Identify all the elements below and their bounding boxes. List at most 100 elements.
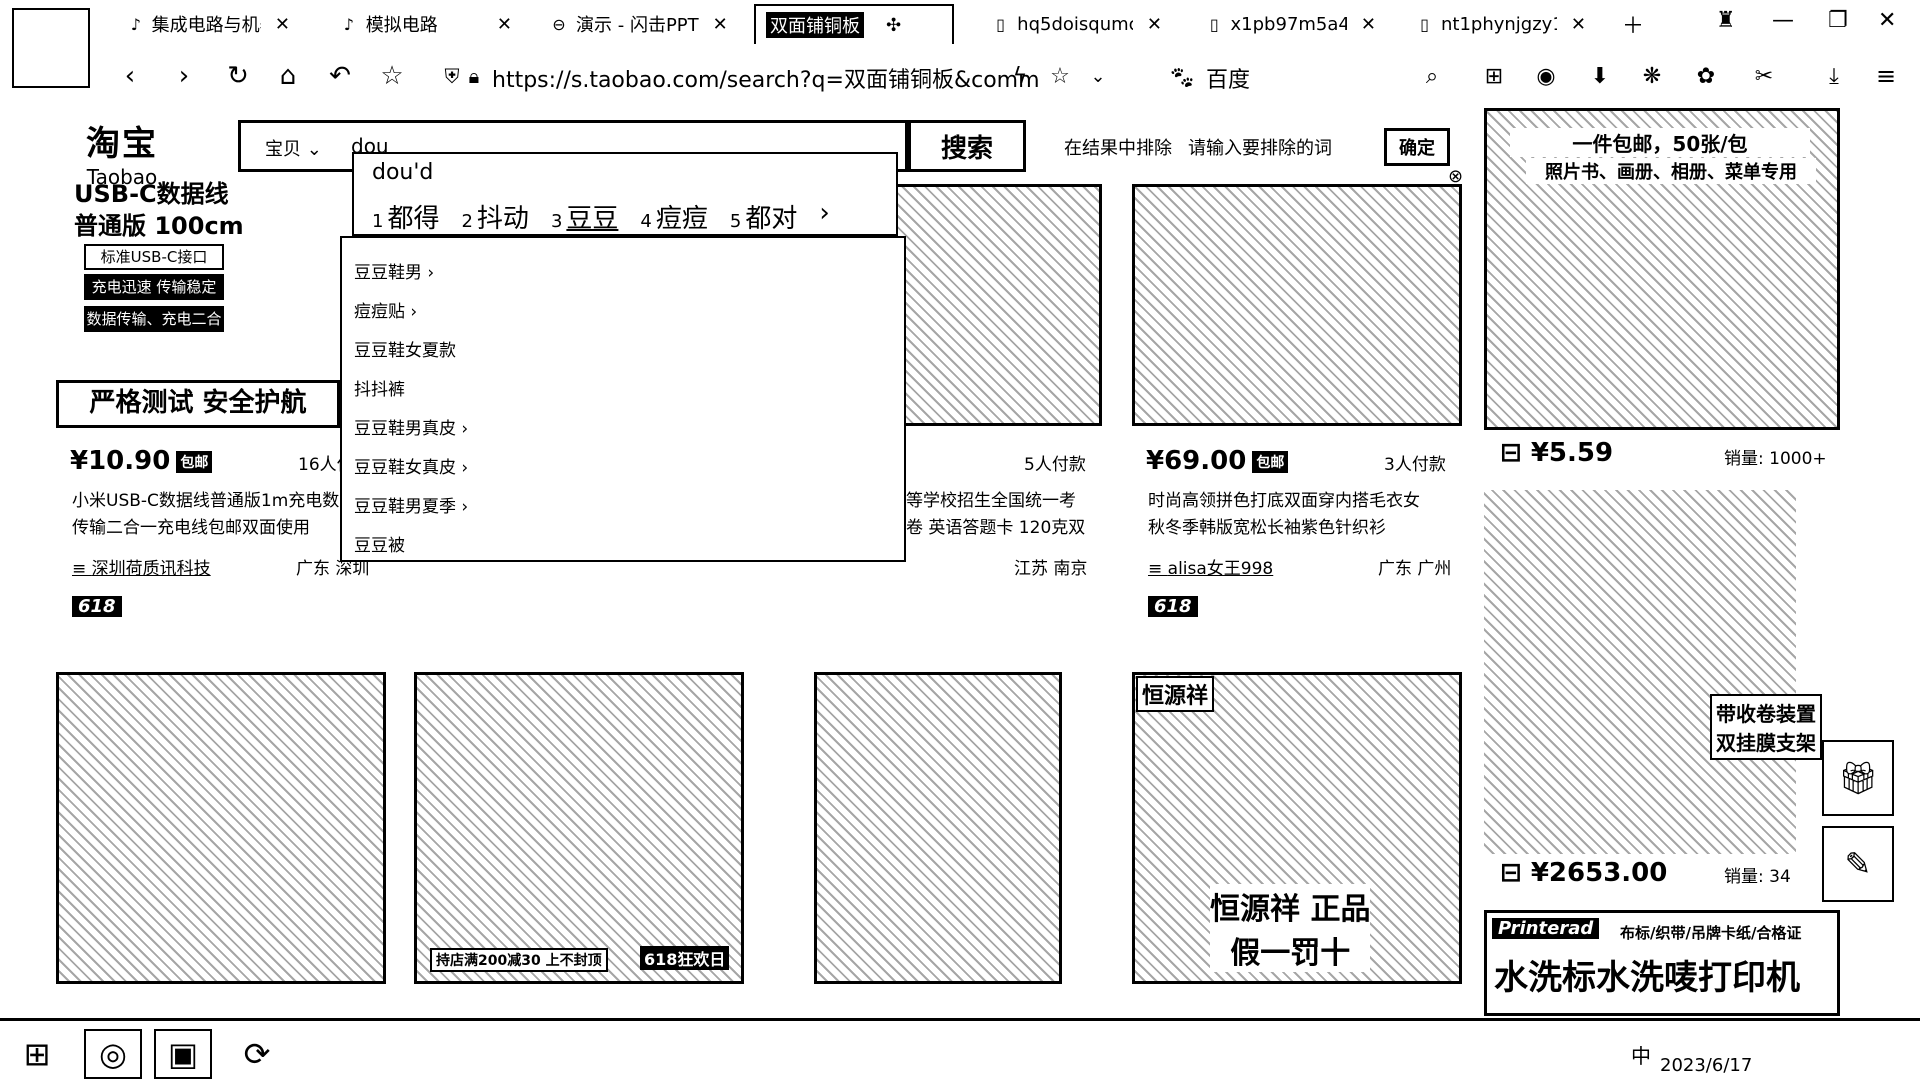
- link-icon: ⊖: [552, 14, 566, 34]
- shop-link[interactable]: ≡ 深圳荷质讯科技: [72, 554, 211, 579]
- usb-tag: 数据传输、充电二合一: [84, 306, 224, 350]
- home-icon[interactable]: ⌂: [272, 60, 304, 92]
- doc-icon: ▯: [1420, 14, 1429, 34]
- ime-candidate[interactable]: 2 抖动: [461, 198, 528, 235]
- doc-icon: ▯: [996, 14, 1005, 34]
- chevron-down-icon[interactable]: ⌄: [1082, 60, 1114, 92]
- product-image[interactable]: [1132, 184, 1462, 426]
- back-icon[interactable]: ‹: [114, 60, 146, 92]
- brand-logo: Printerad: [1492, 918, 1600, 939]
- shirt-icon[interactable]: ♜: [1716, 8, 1736, 33]
- machine-label: 带收卷装置 双挂膜支架: [1710, 694, 1822, 760]
- gift-icon[interactable]: 🎁︎: [1822, 740, 1894, 816]
- close-window-icon[interactable]: ✕: [1878, 8, 1896, 33]
- bookmark-star-icon[interactable]: ☆: [376, 60, 408, 92]
- tab-6[interactable]: ▯ x1pb97m5a4r ✕: [1196, 4, 1386, 44]
- product-image[interactable]: [56, 672, 386, 984]
- download-icon[interactable]: ⬇: [1584, 60, 1616, 92]
- mute-icon[interactable]: ✣: [886, 15, 901, 36]
- search-scope-select[interactable]: 宝贝 ⌄: [265, 135, 322, 161]
- product-sales: 销量: 1000+: [1724, 449, 1827, 469]
- tab-7[interactable]: ▯ nt1phynjgzy1 ✕: [1406, 4, 1596, 44]
- close-icon[interactable]: ✕: [1361, 14, 1376, 35]
- close-icon[interactable]: ✕: [275, 14, 290, 35]
- tab-3[interactable]: ⊖ 演示 - 闪击PPT ✕: [540, 4, 740, 44]
- apps-icon[interactable]: ⊞: [1478, 60, 1510, 92]
- close-icon[interactable]: ✕: [497, 14, 512, 35]
- suggestion-item[interactable]: 痘痘贴 ›: [342, 293, 904, 332]
- promo-text: 持店满200减30 上不封顶: [430, 948, 608, 972]
- shop-link[interactable]: ≡ alisa女王998: [1148, 554, 1273, 579]
- paw-icon: 🐾︎: [1168, 65, 1196, 91]
- chevron-right-icon[interactable]: ›: [819, 198, 829, 235]
- doc-icon: ▯: [1209, 14, 1219, 34]
- ime-candidate[interactable]: 4 痘痘: [640, 198, 707, 235]
- product-location: 广东 广州: [1378, 559, 1452, 579]
- search-button[interactable]: 搜索: [908, 120, 1026, 172]
- suggestion-item[interactable]: 豆豆鞋男夏季 ›: [342, 488, 904, 527]
- ime-candidate[interactable]: 1 都得: [372, 198, 439, 235]
- close-icon[interactable]: ✕: [1571, 14, 1586, 35]
- tag-618: 618: [1148, 596, 1198, 617]
- exclude-label: 在结果中排除: [1064, 138, 1172, 159]
- edit-icon[interactable]: ✎: [1822, 826, 1894, 902]
- right-ad-line2: 照片书、画册、相册、菜单专用: [1526, 158, 1816, 184]
- product-title[interactable]: 小米USB-C数据线普通版1m充电数 传输二合一充电线包邮双面使用: [72, 488, 344, 542]
- search-icon[interactable]: ⌕: [1416, 60, 1448, 92]
- tab-4-active[interactable]: 双面铺铜板 ✣: [754, 4, 954, 44]
- forward-icon[interactable]: ›: [168, 60, 200, 92]
- product-title[interactable]: 时尚高领拼色打底双面穿内搭毛衣女 秋冬季韩版宽松长袖紫色针织衫: [1148, 488, 1468, 542]
- ime-candidate[interactable]: 5 都对: [730, 198, 797, 235]
- extension-icon-3[interactable]: ✿: [1690, 60, 1722, 92]
- clock-date[interactable]: 2023/6/17: [1660, 1055, 1752, 1076]
- scissors-icon[interactable]: ✂: [1748, 60, 1780, 92]
- usb-tag: 标准USB-C接口: [84, 244, 224, 270]
- confirm-button[interactable]: 确定: [1384, 128, 1450, 166]
- lightning-icon[interactable]: ϟ: [1004, 60, 1036, 92]
- usb-ad-title: USB-C数据线 普通版 100cm: [74, 180, 244, 240]
- extension-icon-1[interactable]: ◉: [1530, 60, 1562, 92]
- close-icon[interactable]: ✕: [1147, 14, 1162, 35]
- start-icon[interactable]: ⊞: [8, 1029, 66, 1079]
- suggestion-item[interactable]: 豆豆鞋男真皮 ›: [342, 410, 904, 449]
- restore-icon[interactable]: ❐: [1828, 8, 1848, 33]
- product-price: ⊟ ¥2653.00: [1500, 858, 1668, 888]
- close-icon[interactable]: ✕: [713, 14, 728, 35]
- browser-icon[interactable]: ⟳: [228, 1029, 286, 1079]
- url-input[interactable]: https://s.taobao.com/search?q=双面铺铜板&comm: [492, 62, 1040, 94]
- product-sales: 5人付款: [1024, 455, 1086, 475]
- tab-1[interactable]: ♪ 集成电路与机器 ✕: [118, 4, 300, 44]
- favorite-icon[interactable]: ☆: [1044, 60, 1076, 92]
- reload-icon[interactable]: ↻: [222, 60, 254, 92]
- suggestion-item[interactable]: 豆豆被: [342, 527, 904, 566]
- product-image[interactable]: [814, 672, 1062, 984]
- lock-icon: 🔒︎: [468, 64, 480, 88]
- slogan: 恒源祥 正品 假一罚十: [1210, 884, 1371, 972]
- download-tray-icon[interactable]: ⤓: [1818, 60, 1850, 92]
- minimize-icon[interactable]: —: [1772, 8, 1794, 33]
- undo-icon[interactable]: ↶: [324, 60, 356, 92]
- product-image[interactable]: [880, 184, 1102, 426]
- extension-icon-2[interactable]: ❋: [1636, 60, 1668, 92]
- app-icon-2[interactable]: ▣: [154, 1029, 212, 1079]
- tab-2[interactable]: ♪ 模拟电路 ✕: [330, 4, 522, 44]
- app-icon-1[interactable]: ◎: [84, 1029, 142, 1079]
- right-ad-sub: 布标/织带/吊牌卡纸/合格证: [1620, 922, 1802, 943]
- menu-icon[interactable]: ≡: [1870, 60, 1902, 92]
- suggestion-item[interactable]: 豆豆鞋男 ›: [342, 254, 904, 293]
- exclude-input[interactable]: 请输入要排除的词: [1188, 134, 1332, 160]
- new-tab-icon[interactable]: ＋: [1622, 8, 1644, 40]
- tag-618: 618: [72, 596, 122, 617]
- right-ad-title: 水洗标水洗唛打印机: [1494, 950, 1800, 999]
- suggestion-item[interactable]: 豆豆鞋女夏款: [342, 332, 904, 371]
- ime-candidate[interactable]: 3 豆豆: [551, 198, 618, 235]
- tiktok-icon: ♪: [130, 14, 141, 34]
- product-image[interactable]: [414, 672, 744, 984]
- search-engine[interactable]: 🐾︎ 百度: [1168, 62, 1250, 94]
- product-title[interactable]: 等学校招生全国统一考卷 英语答题卡 120克双: [906, 488, 1090, 542]
- suggestion-item[interactable]: 抖抖裤: [342, 371, 904, 410]
- ime-candidates: 1 都得 2 抖动 3 豆豆 4 痘痘 5 都对 ›: [372, 198, 830, 235]
- tab-5[interactable]: ▯ hq5doisqumc ✕: [982, 4, 1172, 44]
- suggestion-item[interactable]: 豆豆鞋女真皮 ›: [342, 449, 904, 488]
- product-image[interactable]: [1484, 490, 1796, 854]
